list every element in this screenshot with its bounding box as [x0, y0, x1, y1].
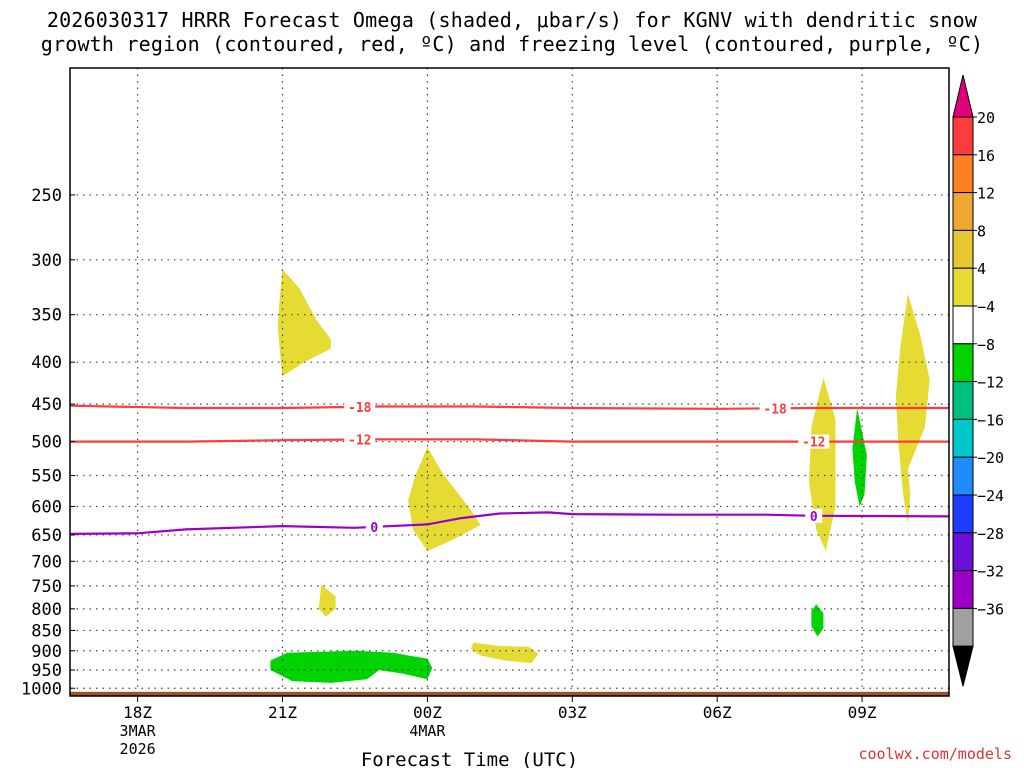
colorbar-label-0: 20 — [977, 109, 995, 127]
omega-region-7 — [852, 408, 867, 507]
colorbar-label-13: −36 — [977, 600, 1004, 618]
contour-label-0: 0 — [370, 521, 378, 536]
x-tick-year-18Z: 2026 — [120, 740, 156, 758]
omega-region-0 — [277, 269, 331, 377]
y-tick-label-650: 650 — [31, 526, 62, 546]
plot-border — [69, 67, 950, 697]
omega-region-1 — [408, 447, 481, 551]
colorbar-segment-9 — [952, 456, 974, 496]
y-tick-label-550: 550 — [31, 467, 62, 487]
y-tick-label-250: 250 — [31, 186, 62, 206]
y-tick-label-800: 800 — [31, 600, 62, 620]
colorbar-segment-13 — [952, 607, 974, 647]
colorbar-bottom-arrow — [952, 645, 974, 687]
colorbar-label-3: 8 — [977, 222, 986, 240]
time-axis: 18Z3MAR2026 21Z 00Z4MAR 03Z 06Z 09Z Forecast T… — [120, 696, 877, 768]
contour-label--12: -12 — [348, 434, 371, 449]
contour-label--12: -12 — [802, 436, 825, 451]
contour-label-0: 0 — [810, 510, 818, 525]
colorbar-label-12: −32 — [977, 563, 1004, 581]
pressure-axis: 2503003504004505005506006507007508008509… — [21, 186, 75, 699]
x-tick-label-00Z: 00Z — [413, 703, 442, 722]
colorbar-label-7: −12 — [977, 374, 1004, 392]
colorbar-label-9: −20 — [977, 449, 1004, 467]
plot-frame — [69, 67, 950, 697]
colorbar-segment-8 — [952, 418, 974, 458]
colorbar-segment-10 — [952, 494, 974, 534]
y-tick-label-600: 600 — [31, 497, 62, 517]
colorbar-label-6: −8 — [977, 336, 995, 354]
y-tick-label-350: 350 — [31, 306, 62, 326]
grid — [70, 68, 949, 696]
time-height-chart: -18 -18 -12 -12 0 0 250 300 350 400 450 500 550 600 6… — [21, 67, 1004, 768]
colorbar-segment-2 — [952, 192, 974, 231]
omega-region-2 — [318, 584, 336, 617]
colorbar-segment-0 — [952, 116, 974, 156]
colorbar-segment-1 — [952, 154, 974, 194]
colorbar: 20 16 12 8 4 −4 −8 −12 −16 −20 −24 −28 −32 −36 — [952, 74, 1004, 687]
colorbar-segment-11 — [952, 532, 974, 572]
x-tick-label-21Z: 21Z — [268, 703, 297, 722]
y-tick-label-400: 400 — [31, 353, 62, 373]
colorbar-label-11: −28 — [977, 525, 1004, 543]
omega-region-6 — [270, 650, 433, 683]
colorbar-top-arrow — [952, 74, 974, 118]
colorbar-label-4: 4 — [977, 260, 986, 278]
y-tick-label-750: 750 — [31, 577, 62, 597]
colorbar-segment-7 — [952, 381, 974, 420]
x-tick-date-00Z: 4MAR — [409, 722, 446, 740]
x-tick-label-18Z: 18Z — [123, 703, 152, 722]
x-tick-label-06Z: 06Z — [703, 703, 732, 722]
x-tick-date-18Z: 3MAR — [120, 722, 157, 740]
x-tick-label-03Z: 03Z — [558, 703, 587, 722]
contour-label--18: -18 — [763, 402, 787, 417]
y-tick-label-450: 450 — [31, 395, 62, 415]
colorbar-label-5: −4 — [977, 298, 995, 316]
x-axis-title: Forecast Time (UTC) — [361, 749, 578, 768]
colorbar-label-1: 16 — [977, 147, 995, 165]
y-tick-label-500: 500 — [31, 433, 62, 453]
colorbar-segment-12 — [952, 570, 974, 609]
omega-region-3 — [470, 642, 539, 664]
colorbar-segment-3 — [952, 229, 974, 269]
colorbar-segment-4 — [952, 267, 974, 307]
y-tick-label-300: 300 — [31, 251, 62, 271]
colorbar-label-2: 12 — [977, 185, 995, 203]
y-tick-label-700: 700 — [31, 552, 62, 572]
y-tick-label-900: 900 — [31, 642, 62, 662]
colorbar-label-10: −24 — [977, 487, 1004, 505]
x-tick-label-09Z: 09Z — [848, 703, 877, 722]
y-tick-label-1000: 1000 — [21, 679, 62, 699]
y-tick-label-850: 850 — [31, 621, 62, 641]
y-tick-label-950: 950 — [31, 661, 62, 681]
colorbar-segment-5 — [952, 305, 974, 345]
colorbar-label-8: −16 — [977, 411, 1004, 429]
colorbar-segment-6 — [952, 343, 974, 383]
contour-label--18: -18 — [348, 401, 372, 416]
credit-text: coolwx.com/models — [858, 745, 1012, 763]
omega-region-8 — [811, 604, 824, 637]
